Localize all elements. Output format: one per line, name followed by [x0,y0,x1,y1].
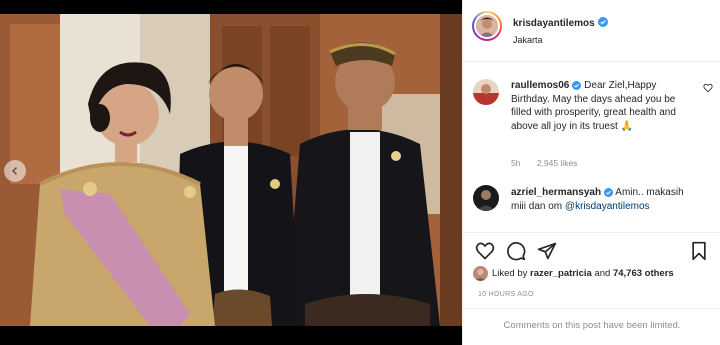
commenter-avatar[interactable] [473,79,499,105]
liker-avatar[interactable] [473,266,488,281]
photo-illustration [0,14,462,326]
avatar-image [476,15,498,37]
comment-icon[interactable] [506,241,526,261]
likes-joiner: and [594,268,611,280]
verified-badge-icon [597,16,608,27]
share-icon[interactable] [537,241,557,261]
comment-body: azriel_hermansyah Amin.. makasih miii da… [511,186,691,213]
comment-item: raullemos06 Dear Ziel,Happy Birthday. Ma… [473,79,713,174]
comment-item: azriel_hermansyah Amin.. makasih miii da… [473,184,713,232]
likes-summary: Liked by razer_patricia and 74,763 other… [473,266,674,281]
verified-badge-icon [572,80,582,90]
comment-mention[interactable]: @krisdayantilemos [565,201,650,212]
post-header: krisdayantilemos Jakarta [463,0,720,62]
action-bar [463,232,720,268]
author-username[interactable]: krisdayantilemos [513,18,595,29]
carousel-prev-button[interactable] [4,160,26,182]
comments-limited-notice: Comments on this post have been limited. [463,308,720,345]
header-text: krisdayantilemos Jakarta [513,13,608,45]
comment-likes[interactable]: 2,945 likes [537,158,578,168]
commenter-avatar[interactable] [473,185,499,211]
avatar-image [473,79,499,105]
likes-others[interactable]: 74,763 others [613,268,674,279]
post-photo[interactable] [0,14,462,326]
bookmark-icon[interactable] [689,241,709,261]
comment-body: raullemos06 Dear Ziel,Happy Birthday. Ma… [511,79,691,133]
heart-icon[interactable] [475,241,495,261]
likes-prefix: Liked by [492,268,528,280]
avatar-image [473,266,488,281]
post-timestamp[interactable]: 10 HOURS AGO [478,291,534,298]
comment-username[interactable]: raullemos06 [511,80,569,91]
post-location[interactable]: Jakarta [513,35,608,45]
liker-username[interactable]: razer_patricia [530,268,592,279]
author-avatar[interactable] [476,15,498,37]
chevron-left-icon [11,166,18,176]
comment-age: 5h [511,158,521,168]
photo-panel [0,0,462,345]
post-side-panel: krisdayantilemos Jakarta raullemos06 Dea… [462,0,720,345]
heart-icon[interactable] [703,83,713,93]
avatar-image [473,185,499,211]
verified-badge-icon [604,187,614,197]
comment-username[interactable]: azriel_hermansyah [511,187,601,198]
comment-meta: 5h 2,945 likes [511,158,591,168]
